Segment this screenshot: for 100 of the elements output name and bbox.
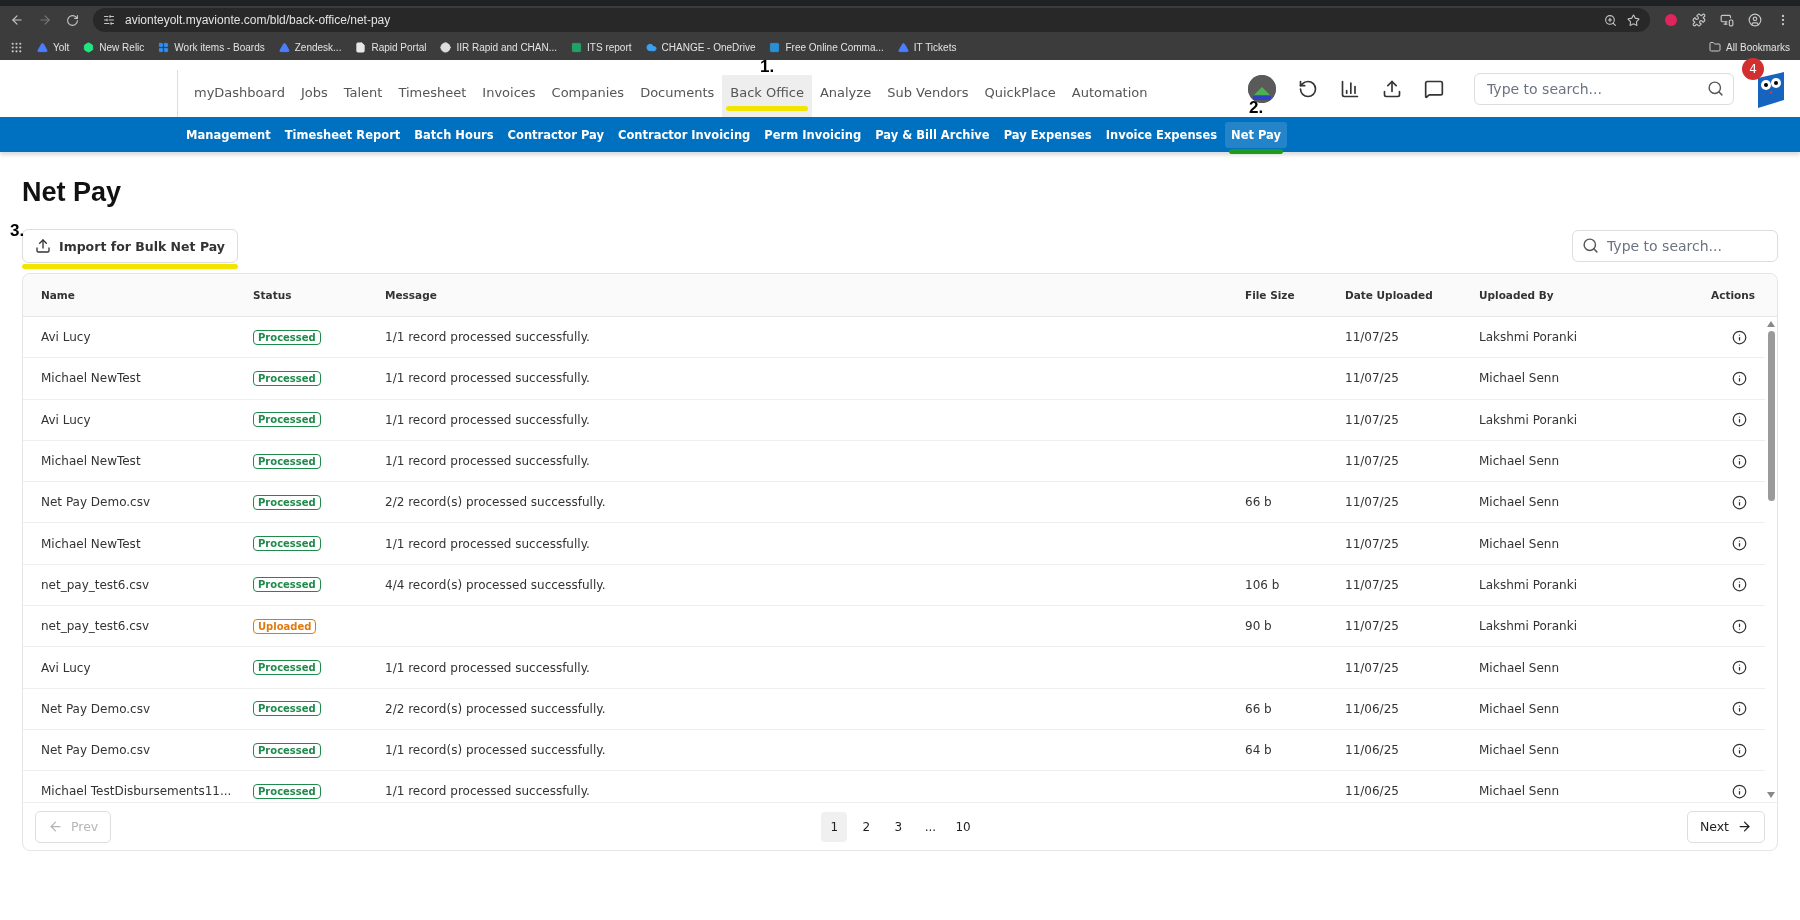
bookmark-link[interactable]: Zendesk... bbox=[278, 41, 342, 53]
column-header[interactable]: Status bbox=[253, 289, 385, 301]
page-button[interactable]: ... bbox=[917, 811, 944, 842]
bookmark-link[interactable]: Free Online Comma... bbox=[769, 41, 884, 53]
bookmark-link[interactable]: Rapid Portal bbox=[355, 41, 427, 53]
alert-icon[interactable] bbox=[1732, 618, 1747, 634]
subnav-tab[interactable]: Perm Invoicing bbox=[758, 121, 868, 148]
info-icon[interactable] bbox=[1732, 453, 1747, 469]
page-button[interactable]: 2 bbox=[853, 811, 880, 842]
all-bookmarks-link[interactable]: All Bookmarks bbox=[1709, 41, 1790, 53]
subnav-tab[interactable]: Contractor Pay bbox=[501, 121, 610, 148]
nav-tab[interactable]: Sub Vendors bbox=[879, 75, 977, 117]
page-button[interactable]: 1 bbox=[821, 811, 848, 842]
table-row[interactable]: Net Pay Demo.csv Processed 2/2 record(s) processed successfully. 66 b 11/07/25 Michael Senn bbox=[23, 482, 1765, 524]
cloud-icon bbox=[645, 41, 657, 53]
import-button[interactable]: Import for Bulk Net Pay bbox=[22, 229, 238, 263]
table-row[interactable]: net_pay_test6.csv Uploaded 90 b 11/07/25 Lakshmi Poranki bbox=[23, 606, 1765, 648]
bookmark-link[interactable]: New Relic bbox=[83, 41, 145, 53]
nav-tab[interactable]: QuickPlace bbox=[976, 75, 1064, 117]
subnav-tab[interactable]: Batch Hours bbox=[408, 121, 500, 148]
column-header[interactable]: Message bbox=[385, 289, 1245, 301]
chat-icon[interactable] bbox=[1424, 78, 1444, 99]
info-icon[interactable] bbox=[1732, 536, 1747, 552]
table-row[interactable]: Avi Lucy Processed 1/1 record processed successfully. 11/07/25 Michael Senn bbox=[23, 647, 1765, 689]
nav-tab[interactable]: Automation bbox=[1063, 75, 1156, 117]
next-button[interactable]: Next bbox=[1686, 810, 1765, 843]
bookmark-star-icon[interactable] bbox=[1627, 13, 1640, 27]
nav-tab[interactable]: Documents bbox=[632, 75, 723, 117]
table-row[interactable]: Michael NewTest Processed 1/1 record processed successfully. 11/07/25 Michael Senn bbox=[23, 440, 1765, 483]
back-icon[interactable] bbox=[10, 13, 24, 27]
scroll-up-icon[interactable] bbox=[1767, 321, 1775, 327]
status-tag: Processed bbox=[253, 701, 321, 717]
scroll-down-icon[interactable] bbox=[1767, 792, 1775, 798]
info-icon[interactable] bbox=[1732, 742, 1747, 758]
subnav-tab[interactable]: Timesheet Report bbox=[278, 121, 407, 148]
subnav-tab[interactable]: Management bbox=[180, 121, 277, 148]
info-icon[interactable] bbox=[1732, 329, 1747, 345]
zoom-icon[interactable] bbox=[1604, 13, 1617, 27]
bookmark-link[interactable]: CHANGE - OneDrive bbox=[645, 41, 756, 53]
column-header[interactable]: Actions bbox=[1679, 289, 1755, 301]
nav-tab[interactable]: Invoices bbox=[474, 75, 544, 117]
grid-icon bbox=[158, 41, 170, 53]
bookmark-link[interactable]: ITS report bbox=[571, 41, 632, 53]
owl-logo-icon[interactable] bbox=[1756, 69, 1786, 108]
column-header[interactable]: File Size bbox=[1245, 289, 1345, 301]
table-cell: Michael Senn bbox=[1479, 536, 1559, 551]
search-field[interactable]: Type to search... bbox=[1474, 72, 1734, 105]
avatar[interactable] bbox=[1248, 74, 1276, 103]
info-icon[interactable] bbox=[1732, 412, 1747, 428]
nav-tab[interactable]: Talent bbox=[335, 75, 391, 117]
subnav-tab[interactable]: Pay & Bill Archive bbox=[869, 121, 996, 148]
extensions-icon[interactable] bbox=[1692, 13, 1706, 27]
bookmark-link[interactable]: Yolt bbox=[37, 41, 70, 53]
search-field[interactable]: Type to search... bbox=[1572, 230, 1778, 262]
table-row[interactable]: Avi Lucy Processed 1/1 record processed successfully. 11/07/25 Lakshmi Poranki bbox=[23, 317, 1765, 359]
reload-icon[interactable] bbox=[66, 13, 79, 27]
bookmark-link[interactable]: IT Tickets bbox=[897, 41, 957, 53]
nav-tab[interactable]: Jobs bbox=[292, 75, 336, 117]
chart-icon[interactable] bbox=[1340, 78, 1360, 99]
table-cell: 11/06/25 bbox=[1345, 701, 1399, 716]
table-row[interactable]: Avi Lucy Processed 1/1 record processed successfully. 11/07/25 Lakshmi Poranki bbox=[23, 399, 1765, 441]
bookmark-link[interactable]: Work items - Boards bbox=[158, 41, 265, 53]
bookmark-link[interactable]: IIR Rapid and CHAN... bbox=[440, 41, 558, 53]
nav-tab[interactable]: Timesheet bbox=[390, 75, 475, 117]
page-button[interactable]: 3 bbox=[885, 811, 912, 842]
info-icon[interactable] bbox=[1732, 783, 1747, 799]
info-icon[interactable] bbox=[1732, 370, 1747, 386]
subnav-tab[interactable]: Pay Expenses bbox=[997, 121, 1098, 148]
search-icon[interactable] bbox=[1707, 79, 1724, 97]
table-row[interactable]: net_pay_test6.csv Processed 4/4 record(s) processed successfully. 106 b 11/07/25 Lakshmi Poranki bbox=[23, 564, 1765, 607]
nav-tab[interactable]: myDashboard bbox=[186, 75, 293, 117]
info-icon[interactable] bbox=[1732, 577, 1747, 593]
table-cell: Michael Senn bbox=[1479, 701, 1559, 716]
upload-icon[interactable] bbox=[1382, 78, 1402, 99]
table-cell: Michael NewTest bbox=[41, 371, 141, 386]
subnav-tab[interactable]: Contractor Invoicing bbox=[611, 121, 757, 148]
column-header[interactable]: Name bbox=[41, 289, 253, 301]
info-icon[interactable] bbox=[1732, 701, 1747, 717]
table-row[interactable]: Michael NewTest Processed 1/1 record processed successfully. 11/07/25 Michael Senn bbox=[23, 358, 1765, 400]
subnav-tab[interactable]: Invoice Expenses bbox=[1099, 121, 1224, 148]
nav-tab[interactable]: Analyze bbox=[811, 75, 880, 117]
apps-icon[interactable] bbox=[10, 40, 23, 54]
history-icon[interactable] bbox=[1298, 78, 1318, 99]
info-icon[interactable] bbox=[1732, 494, 1747, 510]
column-header[interactable]: Uploaded By bbox=[1479, 289, 1679, 301]
profile-icon[interactable] bbox=[1748, 13, 1762, 27]
site-settings-icon[interactable] bbox=[103, 14, 115, 26]
forward-icon[interactable] bbox=[38, 13, 52, 27]
table-row[interactable]: Net Pay Demo.csv Processed 2/2 record(s) processed successfully. 66 b 11/06/25 Michael Senn bbox=[23, 688, 1765, 730]
table-cell: 1/1 record processed successfully. bbox=[385, 660, 590, 675]
address-bar[interactable]: avionteyolt.myavionte.com/bld/back-office/net-pay bbox=[93, 8, 1650, 32]
table-row[interactable]: Michael NewTest Processed 1/1 record processed successfully. 11/07/25 Michael Senn bbox=[23, 523, 1765, 565]
table-row[interactable]: Net Pay Demo.csv Processed 1/1 record(s) processed successfully. 64 b 11/06/25 Michael Senn bbox=[23, 729, 1765, 772]
scrollbar-thumb[interactable] bbox=[1767, 331, 1775, 501]
column-header[interactable]: Date Uploaded bbox=[1345, 289, 1479, 301]
cast-icon[interactable] bbox=[1720, 13, 1734, 27]
info-icon[interactable] bbox=[1732, 660, 1747, 675]
table-cell: 11/07/25 bbox=[1345, 330, 1399, 345]
page-button[interactable]: 10 bbox=[949, 811, 977, 842]
nav-tab[interactable]: Companies bbox=[543, 75, 633, 117]
